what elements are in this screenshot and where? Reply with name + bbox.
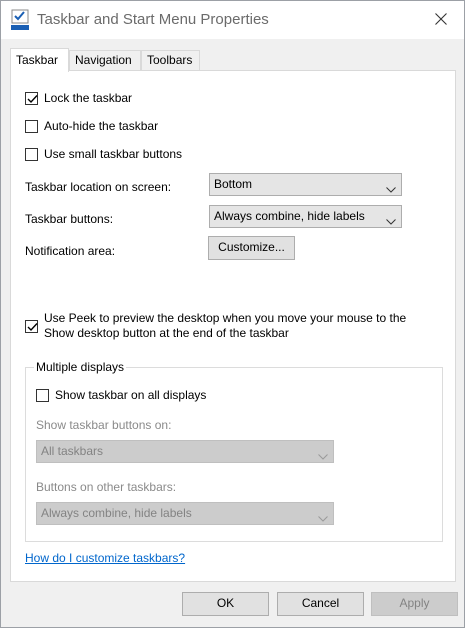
chevron-down-icon: [318, 449, 328, 463]
help-link[interactable]: How do I customize taskbars?: [25, 551, 185, 565]
lock-taskbar-option[interactable]: Lock the taskbar: [25, 91, 132, 106]
tab-navigation[interactable]: Navigation: [69, 50, 141, 71]
chevron-down-icon: [386, 182, 396, 196]
customize-button[interactable]: Customize...: [208, 236, 295, 260]
autohide-option[interactable]: Auto-hide the taskbar: [25, 119, 158, 134]
notification-area-label: Notification area:: [25, 244, 116, 258]
taskbar-buttons-label: Taskbar buttons:: [25, 212, 114, 226]
show-buttons-on-label: Show taskbar buttons on:: [36, 418, 172, 432]
autohide-label: Auto-hide the taskbar: [44, 119, 159, 133]
peek-checkbox[interactable]: [25, 320, 38, 333]
close-button[interactable]: [418, 1, 464, 39]
peek-label-line1: Use Peek to preview the desktop when you…: [44, 311, 407, 325]
peek-option[interactable]: Use Peek to preview the desktop when you…: [25, 311, 406, 341]
location-select[interactable]: Bottom: [209, 173, 402, 196]
show-all-displays-option[interactable]: Show taskbar on all displays: [36, 388, 206, 403]
taskbar-buttons-value: Always combine, hide labels: [214, 209, 365, 223]
tab-toolbars[interactable]: Toolbars: [141, 50, 200, 71]
taskbar-buttons-select[interactable]: Always combine, hide labels: [209, 205, 402, 228]
ok-button[interactable]: OK: [182, 592, 269, 616]
chevron-down-icon: [386, 214, 396, 228]
show-all-displays-checkbox[interactable]: [36, 389, 49, 402]
lock-taskbar-label: Lock the taskbar: [44, 91, 133, 105]
small-buttons-checkbox[interactable]: [25, 148, 38, 161]
apply-button[interactable]: Apply: [371, 592, 458, 616]
tab-taskbar[interactable]: Taskbar: [10, 48, 69, 72]
multiple-displays-group: Multiple displays Show taskbar on all di…: [25, 360, 443, 542]
buttons-other-label: Buttons on other taskbars:: [36, 480, 177, 494]
small-buttons-option[interactable]: Use small taskbar buttons: [25, 147, 182, 162]
location-label: Taskbar location on screen:: [25, 180, 172, 194]
show-buttons-on-value: All taskbars: [41, 444, 104, 458]
window-title: Taskbar and Start Menu Properties: [37, 11, 269, 28]
show-all-displays-label: Show taskbar on all displays: [55, 388, 207, 402]
close-icon: [435, 12, 447, 28]
taskbar-tab-panel: Lock the taskbar Auto-hide the taskbar U…: [10, 70, 456, 582]
chevron-down-icon: [318, 511, 328, 525]
small-buttons-label: Use small taskbar buttons: [44, 147, 183, 161]
taskbar-properties-dialog: Taskbar and Start Menu Properties Taskba…: [0, 0, 465, 628]
autohide-checkbox[interactable]: [25, 120, 38, 133]
multiple-displays-legend: Multiple displays: [34, 360, 127, 374]
lock-taskbar-checkbox[interactable]: [25, 92, 38, 105]
location-value: Bottom: [214, 177, 253, 191]
buttons-other-select[interactable]: Always combine, hide labels: [36, 502, 334, 525]
cancel-button[interactable]: Cancel: [277, 592, 364, 616]
peek-label-line2: Show desktop button at the end of the ta…: [44, 326, 289, 340]
buttons-other-value: Always combine, hide labels: [41, 506, 192, 520]
show-buttons-on-select[interactable]: All taskbars: [36, 440, 334, 463]
title-bar: Taskbar and Start Menu Properties: [1, 1, 464, 39]
taskbar-properties-icon: [10, 9, 30, 31]
